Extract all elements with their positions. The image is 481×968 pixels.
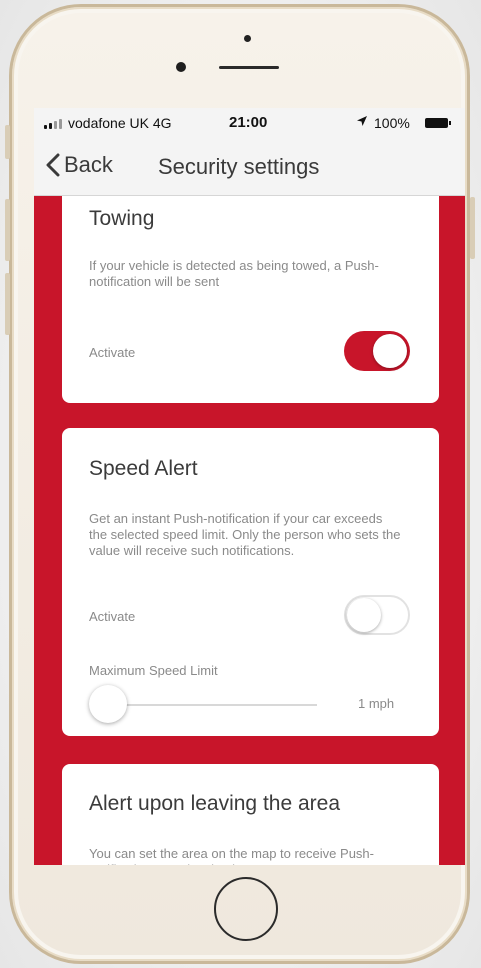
phone-screen: vodafone UK 4G 21:00 100% Back Security …	[34, 108, 465, 865]
front-camera	[176, 62, 186, 72]
chevron-left-icon	[46, 153, 60, 177]
signal-strength-icon	[44, 119, 62, 129]
towing-activate-toggle[interactable]	[344, 331, 410, 371]
towing-description: If your vehicle is detected as being tow…	[89, 258, 379, 289]
speed-alert-description: Get an instant Push-notification if your…	[89, 511, 401, 558]
speed-alert-card: Speed Alert Get an instant Push-notifica…	[62, 428, 439, 736]
battery-icon	[425, 118, 451, 128]
volume-down-button	[5, 273, 10, 335]
navigation-bar: Back Security settings	[34, 138, 465, 196]
back-button[interactable]: Back	[46, 152, 113, 178]
earpiece-speaker	[219, 66, 279, 69]
leave-area-title: Alert upon leaving the area	[89, 792, 341, 815]
leave-area-description: You can set the area on the map to recei…	[89, 846, 374, 865]
back-label: Back	[64, 152, 113, 177]
volume-up-button	[5, 199, 10, 261]
speed-alert-activate-toggle[interactable]	[344, 595, 410, 635]
location-arrow-icon	[356, 114, 368, 130]
settings-list[interactable]: Towing If your vehicle is detected as be…	[34, 196, 465, 865]
speed-alert-title: Speed Alert	[89, 457, 198, 480]
power-button	[470, 197, 475, 259]
towing-card: Towing If your vehicle is detected as be…	[62, 196, 439, 403]
towing-activate-label: Activate	[89, 345, 136, 360]
battery-percentage: 100%	[374, 115, 410, 131]
page: vodafone UK 4G 21:00 100% Back Security …	[0, 0, 481, 968]
toggle-knob	[373, 334, 407, 368]
towing-title: Towing	[89, 207, 155, 230]
clock: 21:00	[229, 114, 268, 131]
silent-switch	[5, 125, 10, 159]
speed-limit-slider-thumb[interactable]	[89, 685, 127, 723]
speed-limit-slider-track[interactable]	[107, 704, 317, 706]
proximity-sensor	[244, 35, 251, 42]
toggle-knob	[347, 598, 381, 632]
speed-limit-value: 1 mph	[358, 696, 395, 711]
page-title: Security settings	[158, 154, 320, 179]
max-speed-limit-label: Maximum Speed Limit	[89, 663, 218, 678]
speed-alert-activate-label: Activate	[89, 609, 136, 624]
status-bar: vodafone UK 4G 21:00 100%	[34, 108, 465, 138]
carrier-label: vodafone UK 4G	[68, 115, 172, 131]
home-button[interactable]	[214, 877, 278, 941]
leave-area-card: Alert upon leaving the area You can set …	[62, 764, 439, 865]
